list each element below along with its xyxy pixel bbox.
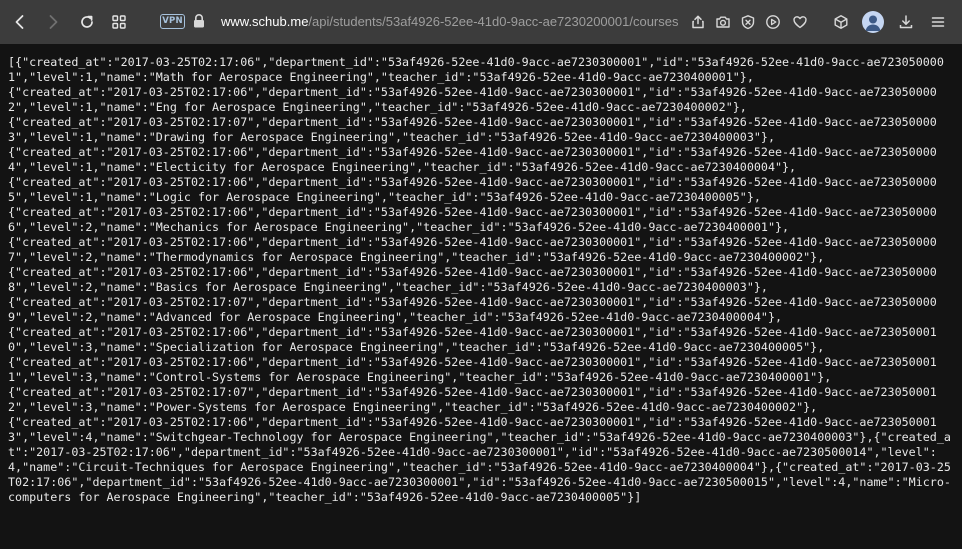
play-button[interactable] [761, 10, 785, 34]
share-button[interactable] [686, 10, 710, 34]
menu-button[interactable] [926, 10, 950, 34]
scrollbar[interactable] [958, 44, 962, 549]
arrow-left-icon [11, 13, 29, 31]
reload-icon [78, 13, 96, 31]
menu-icon [930, 14, 946, 30]
lock-icon[interactable] [192, 13, 206, 33]
forward-button[interactable] [41, 10, 65, 34]
tabs-grid-button[interactable] [107, 10, 131, 34]
download-icon [898, 14, 914, 30]
grid-icon [111, 14, 127, 30]
screenshot-button[interactable] [711, 10, 735, 34]
back-button[interactable] [8, 10, 32, 34]
heart-icon [792, 14, 808, 30]
reload-button[interactable] [75, 10, 99, 34]
block-button[interactable] [736, 10, 760, 34]
browser-toolbar: VPN www.schub.me/api/students/53af4926-5… [0, 0, 962, 44]
play-icon [765, 14, 781, 30]
cube-icon [833, 14, 849, 30]
camera-icon [715, 14, 731, 30]
shield-x-icon [740, 14, 756, 30]
downloads-button[interactable] [894, 10, 918, 34]
extensions-button[interactable] [829, 10, 853, 34]
profile-button[interactable] [862, 11, 884, 33]
address-bar[interactable]: www.schub.me/api/students/53af4926-52ee-… [221, 14, 681, 30]
json-response-text: [{"created_at":"2017-03-25T02:17:06","de… [8, 55, 951, 504]
avatar-icon [862, 15, 884, 33]
url-path: /api/students/53af4926-52ee-41d0-9acc-ae… [308, 14, 679, 29]
vpn-badge[interactable]: VPN [160, 14, 185, 29]
share-icon [690, 14, 706, 30]
page-content: [{"created_at":"2017-03-25T02:17:06","de… [0, 44, 962, 549]
favorite-button[interactable] [788, 10, 812, 34]
url-host: www.schub.me [221, 14, 309, 29]
arrow-right-icon [44, 13, 62, 31]
